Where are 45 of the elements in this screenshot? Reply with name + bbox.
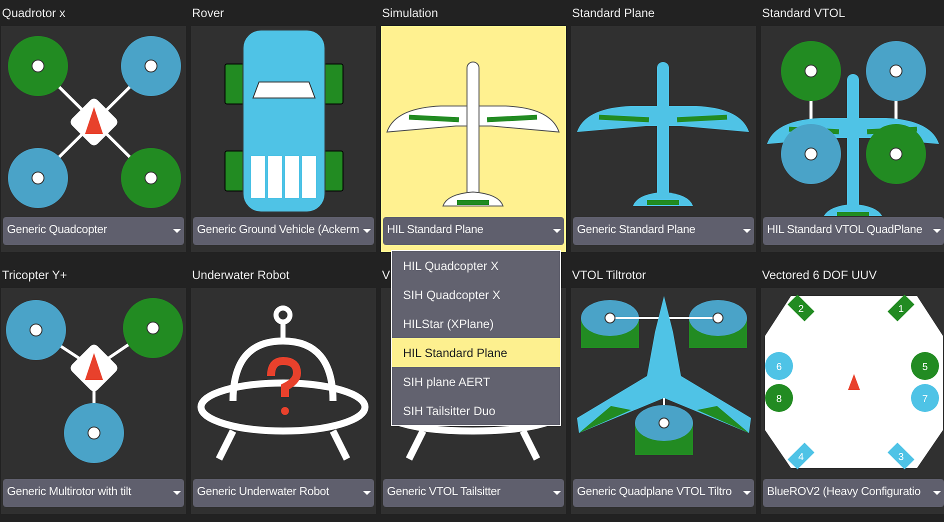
vehicle-type-title: Simulation	[382, 5, 438, 22]
vehicle-card[interactable]: Generic Standard Plane	[571, 26, 756, 252]
caret-icon	[553, 491, 561, 495]
vehicle-card[interactable]: Generic Underwater Robot	[191, 288, 376, 514]
caret-icon	[553, 229, 561, 233]
caret-icon	[363, 229, 371, 233]
vehicle-card[interactable]: Generic Multirotor with tilt	[1, 288, 186, 514]
airframe-dropdown[interactable]: Generic VTOL Tailsitter	[383, 479, 564, 507]
vehicle-type-title: Tricopter Y+	[2, 267, 68, 284]
caret-icon	[933, 229, 941, 233]
vehicle-type-title: Rover	[192, 5, 224, 22]
vehicle-type-title: Standard VTOL	[762, 5, 846, 22]
airframe-dropdown[interactable]: BlueROV2 (Heavy Configuratio	[763, 479, 944, 507]
caret-icon	[743, 491, 751, 495]
vehicle-card[interactable]: Generic Quadplane VTOL Tiltro	[571, 288, 756, 514]
vehicle-type-title: Vectored 6 DOF UUV	[762, 267, 877, 284]
dropdown-option[interactable]: HILStar (XPlane)	[392, 309, 560, 338]
vehicle-card[interactable]: Generic Quadcopter	[1, 26, 186, 252]
airframe-dropdown[interactable]: Generic Ground Vehicle (Ackerm	[193, 217, 374, 245]
vehicle-type-title: Underwater Robot	[192, 267, 290, 284]
vehicle-type-title: VTOL Tiltrotor	[572, 267, 646, 284]
vehicle-type-title: V	[382, 267, 390, 284]
caret-icon	[933, 491, 941, 495]
dropdown-option[interactable]: HIL Standard Plane	[392, 338, 560, 367]
airframe-dropdown[interactable]: HIL Standard Plane	[383, 217, 564, 245]
vehicle-card[interactable]: Generic Ground Vehicle (Ackerm	[191, 26, 376, 252]
vehicle-card[interactable]: HIL Standard VTOL QuadPlane	[761, 26, 944, 252]
airframe-dropdown[interactable]: Generic Underwater Robot	[193, 479, 374, 507]
dropdown-option[interactable]: SIH Tailsitter Duo	[392, 396, 560, 425]
vehicle-card[interactable]: 2 1 6 5 8 7 4 3 BlueROV2 (Heavy Configuratio	[761, 288, 944, 514]
vehicle-card[interactable]: HIL Standard Plane	[381, 26, 566, 252]
caret-icon	[173, 491, 181, 495]
airframe-dropdown[interactable]: Generic Quadcopter	[3, 217, 184, 245]
airframe-dropdown[interactable]: HIL Standard VTOL QuadPlane	[763, 217, 944, 245]
airframe-dropdown[interactable]: Generic Standard Plane	[573, 217, 754, 245]
dropdown-option[interactable]: SIH plane AERT	[392, 367, 560, 396]
caret-icon	[363, 491, 371, 495]
dropdown-option[interactable]: SIH Quadcopter X	[392, 280, 560, 309]
vehicle-type-title: Quadrotor x	[2, 5, 66, 22]
airframe-dropdown[interactable]: Generic Quadplane VTOL Tiltro	[573, 479, 754, 507]
vehicle-type-title: Standard Plane	[572, 5, 655, 22]
caret-icon	[743, 229, 751, 233]
dropdown-option[interactable]: HIL Quadcopter X	[392, 251, 560, 280]
airframe-dropdown[interactable]: Generic Multirotor with tilt	[3, 479, 184, 507]
caret-icon	[173, 229, 181, 233]
